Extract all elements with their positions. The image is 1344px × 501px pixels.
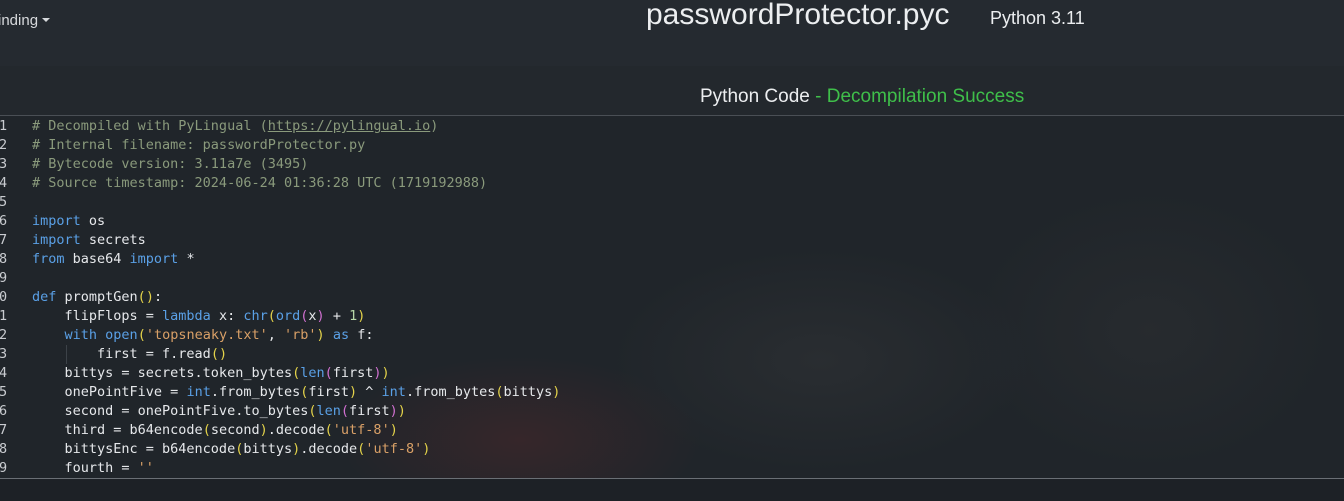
file-title: passwordProtector.pyc (646, 0, 950, 31)
code-text: def promptGen(): (32, 289, 163, 305)
code-text: # Bytecode version: 3.11a7e (3495) (32, 156, 309, 172)
code-line: 1 # Decompiled with PyLingual (https://py… (0, 117, 1344, 136)
code-line: 4 bittys = secrets.token_bytes(len(first… (0, 364, 1344, 383)
line-number: 2 (0, 137, 8, 153)
code-line: 2 with open('topsneaky.txt', 'rb') as f: (0, 326, 1344, 345)
code-line: 1 flipFlops = lambda x: chr(ord(x) + 1) (0, 307, 1344, 326)
code-line: 3 first = f.read() (0, 345, 1344, 364)
code-text: # Source timestamp: 2024-06-24 01:36:28 … (32, 175, 488, 191)
code-text: bittysEnc = b64encode(bittys).decode('ut… (32, 441, 431, 457)
code-line: 7 third = b64encode(second).decode('utf-… (0, 421, 1344, 440)
code-text: second = onePointFive.to_bytes(len(first… (32, 403, 406, 419)
code-text: import secrets (32, 232, 146, 248)
line-number: 2 (0, 327, 8, 343)
line-number: 6 (0, 403, 8, 419)
line-number: 7 (0, 422, 8, 438)
pylingual-page: inding passwordProtector.pyc Python 3.11… (0, 0, 1344, 501)
code-text: fourth = '' (32, 460, 154, 476)
code-line: 6 second = onePointFive.to_bytes(len(fir… (0, 402, 1344, 421)
code-line: 7 import secrets (0, 231, 1344, 250)
line-number: 3 (0, 346, 8, 362)
line-number: 3 (0, 156, 8, 172)
code-line: 9 (0, 269, 1344, 288)
line-number: 6 (0, 213, 8, 229)
line-number: 8 (0, 441, 8, 457)
nav-dropdown-label: inding (0, 12, 39, 29)
code-text: first = f.read() (32, 346, 228, 362)
line-number: 9 (0, 270, 8, 286)
code-line: 0 def promptGen(): (0, 288, 1344, 307)
code-viewer[interactable]: 1 # Decompiled with PyLingual (https://py… (0, 116, 1344, 479)
code-line: 4 # Source timestamp: 2024-06-24 01:36:28… (0, 174, 1344, 193)
code-text: bittys = secrets.token_bytes(len(first)) (32, 365, 390, 381)
line-number: 1 (0, 308, 8, 324)
decompilation-status: - Decompilation Success (815, 86, 1025, 107)
caret-down-icon (42, 18, 51, 22)
line-number: 8 (0, 251, 8, 267)
top-header: inding passwordProtector.pyc Python 3.11 (0, 0, 1344, 67)
line-number: 1 (0, 118, 8, 134)
code-panel-header: Python Code - Decompilation Success (0, 66, 1344, 116)
line-number: 0 (0, 289, 8, 305)
code-line: 8 from base64 import * (0, 250, 1344, 269)
panel-title: Python Code - Decompilation Success (700, 86, 1024, 108)
code-text: flipFlops = lambda x: chr(ord(x) + 1) (32, 308, 366, 324)
code-text: import os (32, 213, 106, 229)
code-text: onePointFive = int.from_bytes(first) ^ i… (32, 384, 561, 400)
code-text: # Internal filename: passwordProtector.p… (32, 137, 366, 153)
panel-label: Python Code (700, 86, 810, 107)
code-line: 9 fourth = '' (0, 459, 1344, 478)
line-number: 4 (0, 175, 8, 191)
code-line: 8 bittysEnc = b64encode(bittys).decode('… (0, 440, 1344, 459)
line-number: 9 (0, 460, 8, 476)
code-line: 6 import os (0, 212, 1344, 231)
line-number: 5 (0, 194, 8, 210)
code-line: 5 (0, 193, 1344, 212)
code-line: 2 # Internal filename: passwordProtector.… (0, 136, 1344, 155)
python-version: Python 3.11 (990, 8, 1085, 28)
line-number: 5 (0, 384, 8, 400)
indent-guide (66, 345, 67, 364)
code-line: 3 # Bytecode version: 3.11a7e (3495) (0, 155, 1344, 174)
bottom-bar (0, 479, 1344, 501)
line-number: 4 (0, 365, 8, 381)
code-line: 5 onePointFive = int.from_bytes(first) ^… (0, 383, 1344, 402)
code-text: from base64 import * (32, 251, 195, 267)
nav-dropdown[interactable]: inding (0, 12, 51, 29)
line-number: 7 (0, 232, 8, 248)
code-text: with open('topsneaky.txt', 'rb') as f: (64, 327, 374, 343)
code-text: # Decompiled with PyLingual (https://pyl… (32, 118, 439, 134)
code-text: third = b64encode(second).decode('utf-8'… (32, 422, 398, 438)
